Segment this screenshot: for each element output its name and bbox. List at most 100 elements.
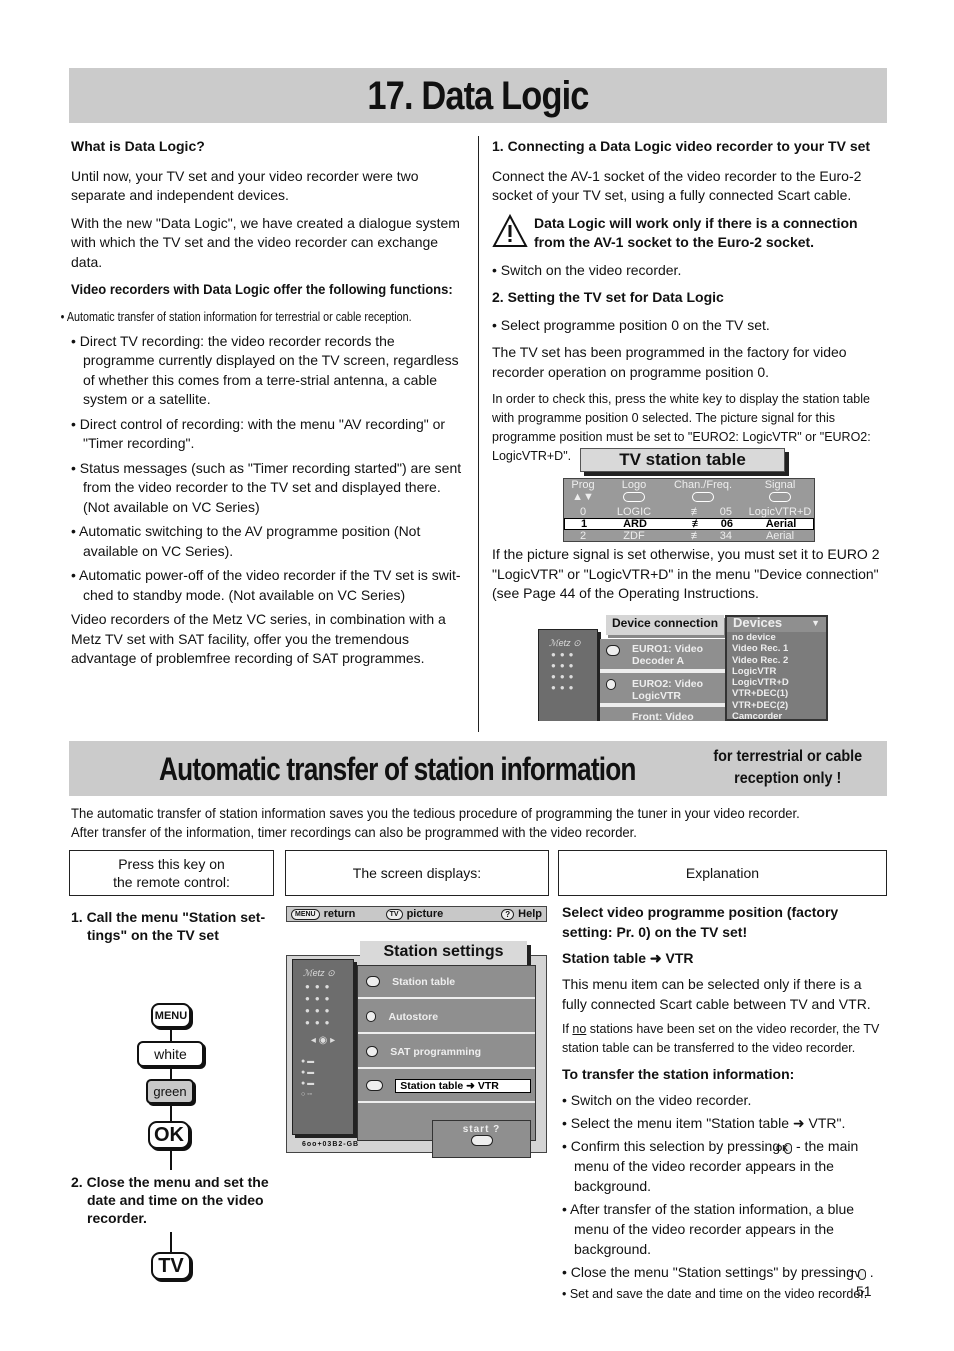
tuner-icon: ≢ (691, 518, 703, 530)
device-option[interactable]: VTR+DEC(2) (732, 700, 826, 711)
transfer-step: • Switch on the video recorder. (562, 1092, 752, 1108)
menu-item-autostore[interactable]: ◦ Autostore (358, 1001, 535, 1034)
transfer-heading: To transfer the station information: (562, 1066, 795, 1082)
station-settings-title: Station settings (360, 941, 527, 965)
intro-paragraph: Until now, your TV set and your video re… (71, 167, 419, 204)
section2-title: Automatic transfer of station informatio… (159, 751, 636, 787)
sat-key-icon: ● (366, 1046, 379, 1057)
step2-label: 2. Close the menu and set the date and t… (71, 1174, 269, 1226)
devices-dropdown[interactable]: Devices ▼ no device Video Rec. 1 Video Re… (725, 615, 828, 721)
station-row[interactable]: 0 LOGIC ≢ 05 LogicVTR+D (564, 506, 814, 518)
keypad: ●●● ●●● ●●● ●●● (551, 650, 578, 692)
function-item: • Status messages (such as "Timer record… (71, 459, 462, 515)
nav-pad-icon: ◂ ◉ ▸ (310, 1035, 336, 1046)
tuner-icon: ≢ (690, 530, 702, 542)
keypad: ●●● ●●● ●●● ●●● (305, 982, 335, 1027)
col-header-chan: Chan./Freq. (668, 479, 738, 506)
dropdown-arrow-icon: ▼ (811, 618, 820, 628)
device-option[interactable]: Camcorder (732, 711, 826, 721)
device-item[interactable]: Front: Video (600, 707, 725, 721)
functions-heading: Video recorders with Data Logic offer th… (71, 281, 453, 297)
device-option[interactable]: LogicVTR+D (732, 677, 826, 688)
menu-item-station-table[interactable]: ◎ Station table (358, 966, 535, 999)
station-row[interactable]: 2 ZDF ≢ 34 Aerial (564, 530, 814, 542)
section2-banner: Automatic transfer of station informatio… (69, 741, 887, 796)
function-item: • Automatic transfer of station informat… (60, 309, 412, 324)
select-position-item: • Select programme position 0 on the TV … (492, 316, 770, 333)
tuner-icon: ≢ (690, 506, 702, 518)
section-title-banner: 17. Data Logic (69, 68, 887, 123)
help-label[interactable]: Help (518, 908, 542, 920)
col-header-signal: Signal (740, 479, 814, 506)
explanation-subheading: Station table ➜ VTR (562, 950, 694, 966)
devices-list: no device Video Rec. 1 Video Rec. 2 Logi… (727, 632, 826, 721)
menu-key[interactable]: MENU (151, 1003, 191, 1028)
col-header-explanation: Explanation (558, 850, 887, 896)
section2-intro: The automatic transfer of station inform… (71, 805, 800, 840)
device-connection-title: Device connection (606, 615, 724, 635)
green-key[interactable]: green (146, 1079, 194, 1104)
menu-item-sat-programming[interactable]: ● SAT programming (358, 1036, 535, 1069)
station-row-selected[interactable]: 1 ARD ≢ 06 Aerial (564, 518, 814, 530)
col-header-key: Press this key on the remote control: (69, 850, 274, 896)
tv-key[interactable]: TV (151, 1252, 191, 1280)
explanation-lead: Select video programme position (factory… (562, 904, 839, 940)
col-header-prog: Prog ▲▼ (571, 479, 595, 503)
col-header-logo: Logo (602, 479, 666, 506)
function-item: • Direct control of recording: with the … (71, 415, 446, 452)
connect-paragraph: Connect the AV-1 socket of the video rec… (492, 167, 862, 204)
explanation-column: Select video programme position (factory… (562, 902, 884, 1309)
signal-key-icon (769, 492, 791, 502)
page-title: 17. Data Logic (367, 74, 589, 118)
ok-button[interactable]: OK (470, 1135, 493, 1146)
help-key-icon: ? (501, 908, 515, 920)
av-key-icon: AV (366, 1080, 384, 1091)
key-sequence-line (170, 1232, 172, 1254)
function-item: • Automatic switching to the AV programm… (71, 523, 421, 559)
device-connection-screen: ℳetz ⊙ ●●● ●●● ●●● ●●● Device connection ◎ E… (538, 615, 828, 721)
screen-code: 6oo+03B2-GB (302, 1141, 360, 1148)
transfer-step: • Select the menu item "Station table ➜ … (562, 1115, 846, 1131)
station-table-title: TV station table (580, 448, 785, 472)
picture-label[interactable]: picture (407, 908, 502, 920)
tv-key-icon: TV (385, 908, 403, 920)
what-is-heading: What is Data Logic? (71, 138, 205, 154)
metz-logo: ℳetz ⊙ (549, 638, 581, 648)
chan-key-icon (692, 492, 714, 502)
closing-paragraph: Video recorders of the Metz VC series, i… (71, 611, 446, 666)
return-label[interactable]: return (324, 908, 386, 920)
remote-control-illustration: ℳetz ⊙ ●●● ●●● ●●● ●●● ◂ ◉ ▸ ● ▬ ● ▬ ● ▬ ○ ◦◦ (292, 959, 354, 1135)
function-item: • Automatic power-off of the video recor… (71, 567, 461, 603)
autostore-key-icon: ◦ (366, 1011, 377, 1022)
menu-bar: MENU return TV picture ? Help (286, 906, 547, 922)
metz-logo: ℳetz ⊙ (303, 968, 335, 978)
remote-control-illustration: ℳetz ⊙ ●●● ●●● ●●● ●●● (538, 629, 598, 721)
connecting-heading: 1. Connecting a Data Logic video recorde… (492, 138, 871, 154)
transfer-step: • After transfer of the station informat… (562, 1201, 855, 1257)
device-item[interactable]: ◦ EURO2: Video LogicVTR (600, 673, 725, 707)
switch-on-item: • Switch on the video recorder. (492, 261, 682, 278)
device-option[interactable]: LogicVTR (732, 666, 826, 677)
ok-key[interactable]: OK (148, 1121, 190, 1149)
factory-paragraph: The TV set has been programmed in the fa… (492, 344, 847, 380)
station-settings-menu: ◎ Station table ◦ Autostore ● SAT programmi… (357, 965, 536, 1141)
tv-key-icon: TV (850, 1269, 866, 1280)
menu-item-station-table-vtr[interactable]: AV Station table ➜ VTR (358, 1070, 535, 1103)
setting-heading: 2. Setting the TV set for Data Logic (492, 289, 724, 305)
function-item: • Direct TV recording: the video recorde… (71, 332, 459, 408)
logo-key-icon (623, 492, 645, 502)
left-column: What is Data Logic? Until now, your TV s… (60, 137, 465, 677)
signal-note: If the picture signal is set otherwise, … (492, 546, 880, 601)
device-option[interactable]: Video Rec. 2 (732, 655, 826, 666)
column-divider (478, 136, 479, 732)
warning-icon (492, 213, 528, 247)
menu-key-icon: MENU (291, 908, 320, 920)
step1-label: 1. Call the menu "Station set-tings" on … (71, 909, 266, 943)
device-option[interactable]: no device (732, 632, 826, 643)
white-key[interactable]: white (137, 1041, 204, 1067)
right-column: 1. Connecting a Data Logic video recorde… (492, 137, 885, 474)
device-option[interactable]: Video Rec. 1 (732, 643, 826, 654)
transfer-step: • Confirm this selection by pressing OK -… (562, 1138, 859, 1194)
device-item[interactable]: ◎ EURO1: Video Decoder A (600, 639, 725, 673)
device-option[interactable]: VTR+DEC(1) (732, 688, 826, 699)
